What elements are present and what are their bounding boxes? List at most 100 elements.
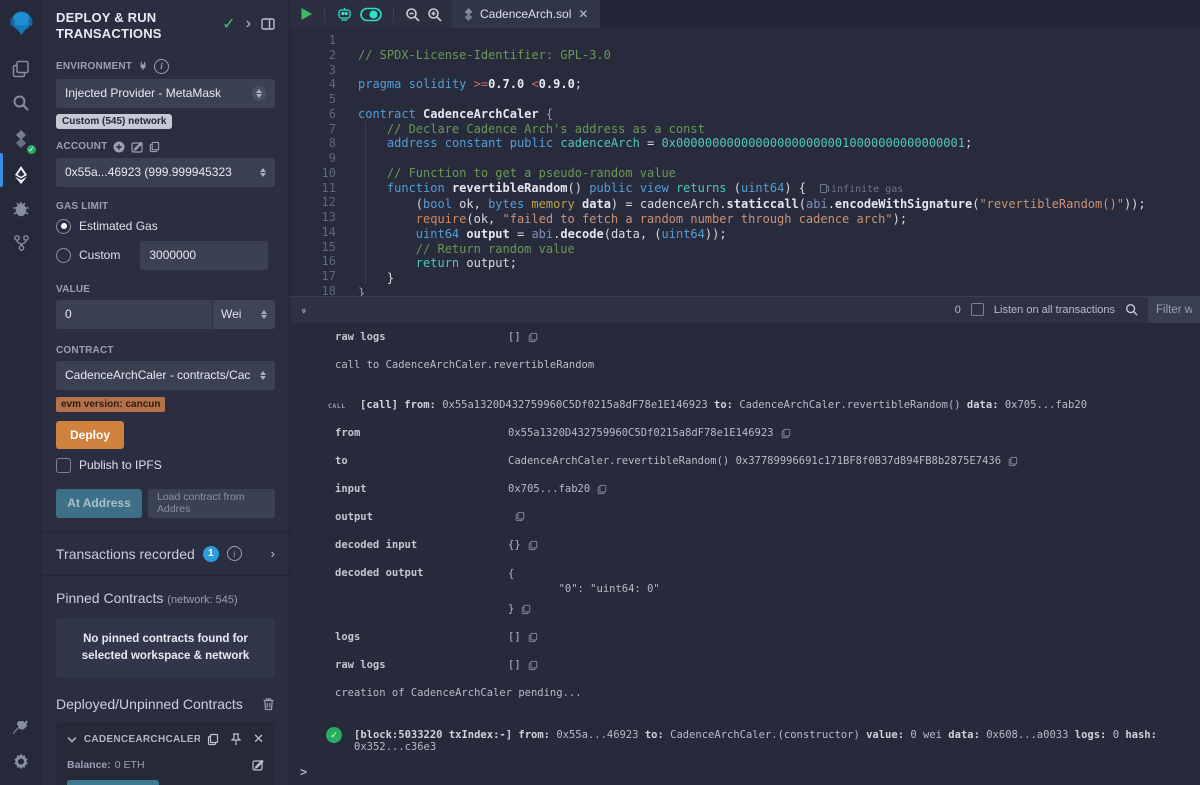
listen-label: Listen on all transactions xyxy=(994,304,1115,316)
add-account-icon[interactable] xyxy=(113,141,125,153)
terminal-text-line: call to CadenceArchCaler.revertibleRando… xyxy=(290,359,1200,371)
account-select[interactable]: 0x55a...46923 (999.999945323 xyxy=(56,158,275,187)
code-line: function revertibleRandom() public view … xyxy=(358,181,1146,198)
line-numbers: 123456789101112131415161718 xyxy=(290,28,350,296)
contract-function-buttons: cadenceArchrevertibleRa... xyxy=(67,780,264,785)
indent-guide xyxy=(365,121,366,284)
value-input[interactable]: 0 xyxy=(56,300,212,329)
terminal-header: ⌄⌄ 0 Listen on all transactions xyxy=(290,296,1200,323)
terminal-prompt[interactable]: > xyxy=(300,765,307,779)
custom-gas-radio[interactable] xyxy=(56,248,71,263)
transactions-recorded-row[interactable]: Transactions recorded 1 i › xyxy=(42,533,289,575)
select-arrows-icon xyxy=(261,310,267,319)
terminal-search-icon xyxy=(1125,303,1138,316)
copy-icon[interactable] xyxy=(528,660,538,671)
panel-check-icon: ✓ xyxy=(222,14,235,34)
trash-icon[interactable] xyxy=(262,697,275,711)
copy-icon[interactable] xyxy=(528,632,538,643)
tab-close-icon[interactable]: ✕ xyxy=(578,7,588,21)
account-label: ACCOUNT xyxy=(56,141,107,152)
debugger-icon[interactable] xyxy=(0,192,42,226)
code-line xyxy=(358,151,1146,166)
zoom-in-icon[interactable] xyxy=(427,7,442,22)
code-line: } xyxy=(358,286,1146,296)
code-editor[interactable]: 123456789101112131415161718 // SPDX-Lice… xyxy=(290,28,1200,296)
copy-icon[interactable] xyxy=(597,484,607,495)
settings-icon[interactable] xyxy=(0,745,42,779)
transactions-info-icon[interactable]: i xyxy=(227,546,242,561)
code-line xyxy=(358,92,1146,107)
publish-ipfs-label: Publish to IPFS xyxy=(79,458,162,472)
pin-icon[interactable] xyxy=(230,733,242,746)
terminal-call-row: CALL[call] from: 0x55a1320D432759960C5Df… xyxy=(290,399,1200,411)
terminal-kv-row: toCadenceArchCaler.revertibleRandom() 0x… xyxy=(290,455,1200,467)
terminal-filter-input[interactable] xyxy=(1148,296,1200,323)
environment-info-icon[interactable]: i xyxy=(154,59,169,74)
copy-account-icon[interactable] xyxy=(149,141,160,153)
copy-icon[interactable] xyxy=(521,604,531,615)
select-arrows-icon xyxy=(260,371,266,380)
terminal-collapse-icon[interactable]: ⌄⌄ xyxy=(290,306,318,313)
terminal-kv-row: decoded output{ "0": "uint64: 0"} xyxy=(290,567,1200,615)
terminal-kv-row: from0x55a1320D432759960C5Df0215a8dF78e1E… xyxy=(290,427,1200,439)
edit-balance-icon[interactable] xyxy=(252,759,264,771)
code-line xyxy=(358,63,1146,78)
terminal-kv-row: output xyxy=(290,511,1200,523)
custom-gas-input[interactable]: 3000000 xyxy=(140,241,268,270)
contract-function-button[interactable]: cadenceArch xyxy=(67,780,159,785)
code-line: uint64 output = abi.decode(data, (uint64… xyxy=(358,227,1146,242)
tab-cadencearch[interactable]: CadenceArch.sol ✕ xyxy=(452,0,600,28)
balance-value: 0 ETH xyxy=(115,759,145,771)
listen-checkbox[interactable] xyxy=(971,303,984,316)
code-line: contract CadenceArchCaler { xyxy=(358,107,1146,122)
copy-icon[interactable] xyxy=(207,733,219,746)
run-script-icon[interactable] xyxy=(300,7,313,21)
plug-icon xyxy=(138,61,148,71)
pin-to-side-icon[interactable] xyxy=(261,18,275,30)
main-area: CadenceArch.sol ✕ 1234567891011121314151… xyxy=(290,0,1200,785)
close-icon[interactable]: ✕ xyxy=(253,731,264,747)
deployed-contract-title: CADENCEARCHCALER AT 0X xyxy=(84,734,200,745)
terminal-output[interactable]: raw logs[]call to CadenceArchCaler.rever… xyxy=(290,323,1200,785)
deploy-run-panel: DEPLOY & RUN TRANSACTIONS ✓ › ENVIRONMEN… xyxy=(42,0,290,785)
copy-icon[interactable] xyxy=(528,332,538,343)
ai-copilot-icon[interactable] xyxy=(336,6,353,22)
contract-label: CONTRACT xyxy=(56,345,114,356)
estimated-gas-radio[interactable] xyxy=(56,219,71,234)
environment-select[interactable]: Injected Provider - MetaMask xyxy=(56,79,275,108)
code-line: } xyxy=(358,271,1146,286)
copilot-toggle-icon[interactable] xyxy=(360,7,382,22)
deployed-contracts-title: Deployed/Unpinned Contracts xyxy=(56,696,243,712)
search-icon[interactable] xyxy=(0,86,42,120)
plugin-manager-icon[interactable] xyxy=(0,711,42,745)
at-address-button[interactable]: At Address xyxy=(56,489,142,518)
value-unit-select[interactable]: Wei xyxy=(213,300,275,329)
chevron-down-icon[interactable] xyxy=(67,736,77,743)
file-explorer-icon[interactable] xyxy=(0,52,42,86)
listen-count: 0 xyxy=(955,304,961,316)
copy-icon[interactable] xyxy=(781,428,791,439)
copy-icon[interactable] xyxy=(1008,456,1018,467)
deploy-button[interactable]: Deploy xyxy=(56,421,124,449)
deploy-run-icon[interactable] xyxy=(0,158,42,192)
compile-success-badge: ✓ xyxy=(25,143,38,156)
terminal-success-row: ✓[block:5033220 txIndex:-] from: 0x55a..… xyxy=(290,729,1200,753)
copy-icon[interactable] xyxy=(515,511,525,522)
copy-icon[interactable] xyxy=(528,540,538,551)
editor-toolbar: CadenceArch.sol ✕ xyxy=(290,0,1200,28)
at-address-input[interactable]: Load contract from Addres xyxy=(148,489,275,518)
solidity-compiler-icon[interactable]: ✓ xyxy=(0,120,42,158)
zoom-out-icon[interactable] xyxy=(405,7,420,22)
remix-logo[interactable] xyxy=(0,0,42,44)
code-line: // Return random value xyxy=(358,242,1146,257)
contract-select[interactable]: CadenceArchCaler - contracts/Cac xyxy=(56,361,275,390)
chevron-right-icon[interactable]: › xyxy=(271,546,275,561)
activity-bar: ✓ xyxy=(0,0,42,785)
publish-ipfs-checkbox[interactable] xyxy=(56,458,71,473)
code-line: return output; xyxy=(358,256,1146,271)
git-icon[interactable] xyxy=(0,226,42,260)
divider xyxy=(324,6,325,22)
panel-collapse-icon[interactable]: › xyxy=(246,15,251,33)
code-line: // Declare Cadence Arch's address as a c… xyxy=(358,122,1146,137)
sign-message-icon[interactable] xyxy=(131,141,143,153)
